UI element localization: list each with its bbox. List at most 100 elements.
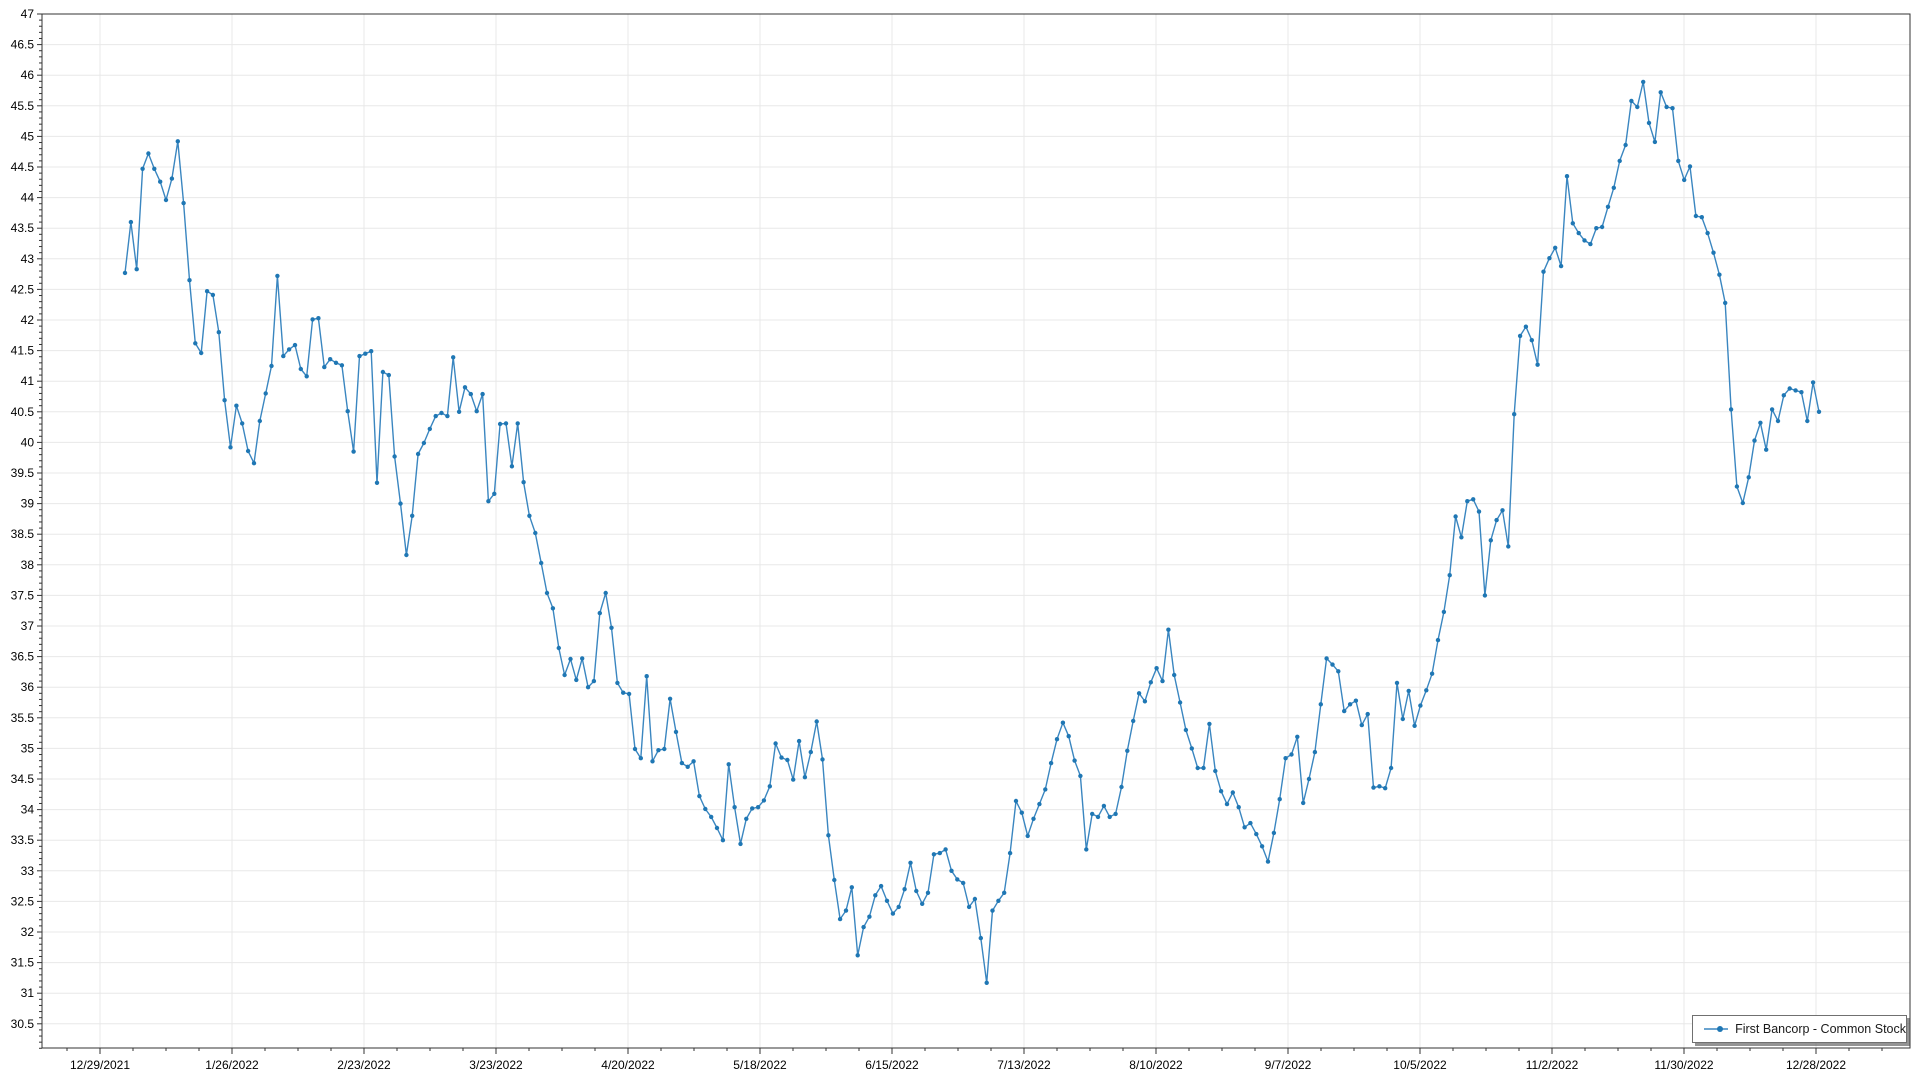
data-point-marker[interactable]: [850, 885, 854, 889]
data-point-marker[interactable]: [1366, 712, 1370, 716]
data-point-marker[interactable]: [170, 176, 174, 180]
data-point-marker[interactable]: [1489, 538, 1493, 542]
data-point-marker[interactable]: [1231, 790, 1235, 794]
data-point-marker[interactable]: [1090, 812, 1094, 816]
data-point-marker[interactable]: [181, 201, 185, 205]
data-point-marker[interactable]: [322, 365, 326, 369]
data-point-marker[interactable]: [1395, 681, 1399, 685]
data-point-marker[interactable]: [1811, 380, 1815, 384]
data-point-marker[interactable]: [1471, 497, 1475, 501]
data-point-marker[interactable]: [451, 355, 455, 359]
data-point-marker[interactable]: [1371, 785, 1375, 789]
data-point-marker[interactable]: [392, 454, 396, 458]
data-point-marker[interactable]: [1565, 174, 1569, 178]
data-point-marker[interactable]: [416, 452, 420, 456]
data-point-marker[interactable]: [1207, 722, 1211, 726]
data-point-marker[interactable]: [1453, 514, 1457, 518]
data-point-marker[interactable]: [1436, 638, 1440, 642]
data-point-marker[interactable]: [457, 410, 461, 414]
data-point-marker[interactable]: [1072, 758, 1076, 762]
data-point-marker[interactable]: [985, 981, 989, 985]
data-point-marker[interactable]: [510, 464, 514, 468]
data-point-marker[interactable]: [1154, 666, 1158, 670]
data-point-marker[interactable]: [803, 775, 807, 779]
data-point-marker[interactable]: [152, 167, 156, 171]
price-series[interactable]: [123, 80, 1821, 985]
data-point-marker[interactable]: [1248, 821, 1252, 825]
data-point-marker[interactable]: [598, 611, 602, 615]
data-point-marker[interactable]: [1729, 407, 1733, 411]
data-point-marker[interactable]: [211, 293, 215, 297]
data-point-marker[interactable]: [1494, 518, 1498, 522]
data-point-marker[interactable]: [310, 317, 314, 321]
data-point-marker[interactable]: [750, 806, 754, 810]
data-point-marker[interactable]: [293, 343, 297, 347]
data-point-marker[interactable]: [146, 151, 150, 155]
data-point-marker[interactable]: [498, 422, 502, 426]
data-point-marker[interactable]: [398, 501, 402, 505]
data-point-marker[interactable]: [269, 364, 273, 368]
data-point-marker[interactable]: [1664, 105, 1668, 109]
data-point-marker[interactable]: [967, 905, 971, 909]
data-point-marker[interactable]: [662, 747, 666, 751]
data-point-marker[interactable]: [480, 392, 484, 396]
data-point-marker[interactable]: [357, 354, 361, 358]
data-point-marker[interactable]: [1201, 766, 1205, 770]
data-point-marker[interactable]: [527, 514, 531, 518]
data-point-marker[interactable]: [1735, 484, 1739, 488]
data-point-marker[interactable]: [1307, 777, 1311, 781]
data-point-marker[interactable]: [645, 674, 649, 678]
data-point-marker[interactable]: [1043, 787, 1047, 791]
data-point-marker[interactable]: [1319, 702, 1323, 706]
data-point-marker[interactable]: [246, 449, 250, 453]
data-point-marker[interactable]: [351, 449, 355, 453]
data-point-marker[interactable]: [1301, 801, 1305, 805]
data-point-marker[interactable]: [756, 805, 760, 809]
data-point-marker[interactable]: [521, 480, 525, 484]
data-point-marker[interactable]: [475, 409, 479, 413]
data-point-marker[interactable]: [1723, 301, 1727, 305]
data-point-marker[interactable]: [1442, 610, 1446, 614]
data-point-marker[interactable]: [891, 911, 895, 915]
data-point-marker[interactable]: [902, 887, 906, 891]
data-point-marker[interactable]: [1524, 325, 1528, 329]
data-point-marker[interactable]: [844, 908, 848, 912]
data-point-marker[interactable]: [1764, 448, 1768, 452]
data-point-marker[interactable]: [1418, 703, 1422, 707]
data-point-marker[interactable]: [363, 352, 367, 356]
data-point-marker[interactable]: [1459, 535, 1463, 539]
data-point-marker[interactable]: [281, 354, 285, 358]
data-point-marker[interactable]: [1160, 679, 1164, 683]
data-point-marker[interactable]: [1289, 752, 1293, 756]
data-point-marker[interactable]: [164, 198, 168, 202]
data-point-marker[interactable]: [1705, 231, 1709, 235]
data-point-marker[interactable]: [897, 905, 901, 909]
data-point-marker[interactable]: [1618, 159, 1622, 163]
data-point-marker[interactable]: [1067, 734, 1071, 738]
data-point-marker[interactable]: [973, 897, 977, 901]
data-point-marker[interactable]: [1149, 680, 1153, 684]
data-point-marker[interactable]: [1096, 815, 1100, 819]
data-point-marker[interactable]: [580, 656, 584, 660]
data-point-marker[interactable]: [1694, 214, 1698, 218]
data-point-marker[interactable]: [633, 747, 637, 751]
data-point-marker[interactable]: [1588, 242, 1592, 246]
data-point-marker[interactable]: [381, 370, 385, 374]
data-point-marker[interactable]: [1653, 140, 1657, 144]
data-point-marker[interactable]: [949, 869, 953, 873]
data-point-marker[interactable]: [1594, 226, 1598, 230]
data-point-marker[interactable]: [516, 421, 520, 425]
data-point-marker[interactable]: [1500, 508, 1504, 512]
data-point-marker[interactable]: [1629, 99, 1633, 103]
data-point-marker[interactable]: [1389, 766, 1393, 770]
data-point-marker[interactable]: [1061, 721, 1065, 725]
data-point-marker[interactable]: [715, 826, 719, 830]
data-point-marker[interactable]: [1424, 688, 1428, 692]
data-point-marker[interactable]: [387, 373, 391, 377]
data-point-marker[interactable]: [861, 925, 865, 929]
data-point-marker[interactable]: [562, 673, 566, 677]
data-point-marker[interactable]: [1711, 251, 1715, 255]
data-point-marker[interactable]: [334, 361, 338, 365]
data-point-marker[interactable]: [1131, 719, 1135, 723]
data-point-marker[interactable]: [1119, 785, 1123, 789]
